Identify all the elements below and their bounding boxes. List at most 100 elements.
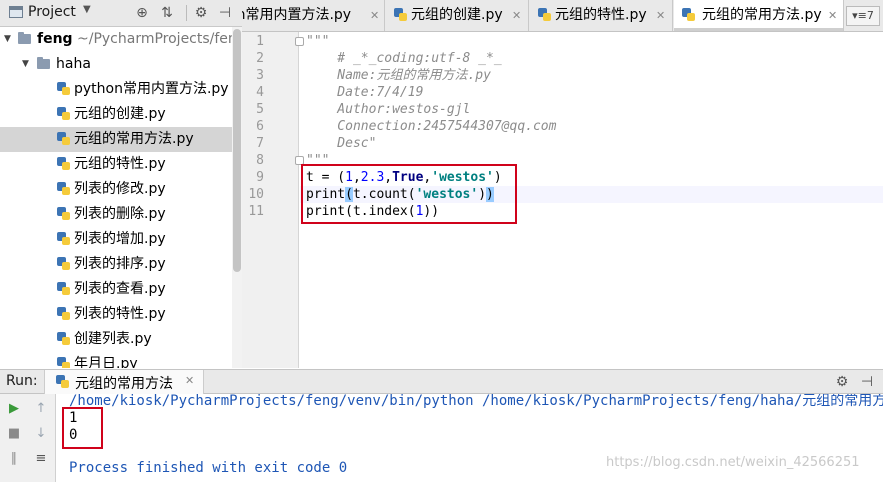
python-file-icon <box>57 207 70 221</box>
tree-file-item[interactable]: 元组的特性.py <box>0 152 232 177</box>
tab-tuple-methods[interactable]: 元组的常用方法.py ✕ <box>674 0 844 31</box>
project-panel: Project ▼ ⊕ ⇅ ⚙ ⊣ ▼ feng ~/PycharmProjec… <box>0 0 242 368</box>
file-name: 元组的常用方法.py <box>74 131 194 147</box>
arrow-down-icon[interactable]: ↓ <box>31 424 51 444</box>
code-line[interactable]: Desc" <box>306 135 376 152</box>
code-line[interactable]: Author:westos-gjl <box>306 101 470 118</box>
close-icon[interactable]: ✕ <box>512 0 521 31</box>
run-tab-label: 元组的常用方法 <box>75 376 173 392</box>
python-file-icon <box>57 332 70 346</box>
project-panel-title: Project <box>28 4 76 20</box>
close-icon[interactable]: ✕ <box>185 374 194 387</box>
file-name: 元组的特性.py <box>74 156 166 172</box>
tab-label: 元组的常用方法.py <box>702 7 822 23</box>
fold-marker-icon[interactable] <box>295 37 304 46</box>
tree-scrollbar[interactable] <box>232 27 242 368</box>
tab-tuple-create[interactable]: 元组的创建.py ✕ <box>386 0 529 31</box>
line-number-gutter: 1 2 3 4 5 6 7 8 9 10 11 <box>242 32 304 368</box>
chevron-down-icon[interactable]: ▼ <box>83 4 91 15</box>
file-name: python常用内置方法.py <box>74 81 229 97</box>
file-name: 列表的删除.py <box>74 206 166 222</box>
hide-icon[interactable]: ⊣ <box>216 3 234 23</box>
close-icon[interactable]: ✕ <box>370 0 379 31</box>
file-name: 列表的查看.py <box>74 281 166 297</box>
run-tab[interactable]: 元组的常用方法 ✕ <box>44 370 204 394</box>
root-folder-name: feng <box>37 31 73 47</box>
crosshair-icon[interactable]: ⊕ <box>133 3 151 23</box>
tab-overflow-button[interactable]: ▾≡7 <box>846 6 880 26</box>
tab-label: 元组的创建.py <box>411 7 503 23</box>
project-panel-header: Project ▼ ⊕ ⇅ ⚙ ⊣ <box>0 0 242 27</box>
run-command-line: /home/kiosk/PycharmProjects/feng/venv/bi… <box>69 394 883 409</box>
pause-icon[interactable]: ∥ <box>4 449 24 469</box>
tree-folder-haha[interactable]: ▼ haha <box>0 52 232 77</box>
line-number: 3 <box>256 68 264 83</box>
tree-file-item[interactable]: 列表的增加.py <box>0 227 232 252</box>
gear-icon[interactable]: ⚙ <box>192 3 210 23</box>
file-name: 列表的特性.py <box>74 306 166 322</box>
python-file-icon <box>57 157 70 171</box>
rerun-icon[interactable]: ▶ <box>4 399 24 419</box>
tab-python-builtins[interactable]: on常用内置方法.py ✕ <box>242 0 385 31</box>
collapse-all-icon[interactable]: ⇅ <box>158 3 176 23</box>
code-line[interactable]: """ <box>306 33 329 50</box>
python-file-icon <box>57 82 70 96</box>
tree-file-item[interactable]: 列表的特性.py <box>0 302 232 327</box>
gear-icon[interactable]: ⚙ <box>833 372 851 392</box>
line-number: 1 <box>256 34 264 49</box>
python-file-icon <box>394 8 407 22</box>
python-file-icon <box>57 282 70 296</box>
watermark: https://blog.csdn.net/weixin_42566251 <box>606 455 860 470</box>
root-folder-path: ~/PycharmProjects/feng <box>77 31 242 47</box>
tree-scrollbar-thumb[interactable] <box>233 29 241 272</box>
hide-icon[interactable]: ⊣ <box>858 372 876 392</box>
arrow-up-icon[interactable]: ↑ <box>31 399 51 419</box>
close-icon[interactable]: ✕ <box>828 0 837 31</box>
soft-wrap-icon[interactable]: ≡ <box>31 449 51 469</box>
python-file-icon <box>56 375 69 389</box>
process-finished-line: Process finished with exit code 0 <box>69 460 348 476</box>
tree-file-item[interactable]: 元组的常用方法.py <box>0 127 232 152</box>
line-number: 6 <box>256 119 264 134</box>
code-line[interactable]: # _*_coding:utf-8 _*_ <box>306 50 501 67</box>
tab-tuple-features[interactable]: 元组的特性.py ✕ <box>530 0 673 31</box>
line-number: 11 <box>248 204 264 219</box>
python-file-icon <box>57 307 70 321</box>
folder-icon <box>37 57 50 69</box>
file-name: 元组的创建.py <box>74 106 166 122</box>
editor-tab-bar: on常用内置方法.py ✕ 元组的创建.py ✕ 元组的特性.py ✕ 元组的常… <box>242 0 883 32</box>
line-number: 9 <box>256 170 264 185</box>
close-icon[interactable]: ✕ <box>656 0 665 31</box>
code-line[interactable]: Connection:2457544307@qq.com <box>306 118 556 135</box>
folder-icon <box>18 32 31 44</box>
run-toolbar: ▶ ↑ ■ ↓ ∥ ≡ <box>0 394 56 482</box>
python-file-icon <box>682 8 695 22</box>
tree-file-item[interactable]: 年月日.py <box>0 352 232 368</box>
python-file-icon <box>57 257 70 271</box>
run-panel-label: Run: <box>6 373 38 389</box>
stop-icon[interactable]: ■ <box>4 424 24 444</box>
tree-file-item[interactable]: 列表的查看.py <box>0 277 232 302</box>
header-divider <box>186 5 187 21</box>
python-file-icon <box>57 232 70 246</box>
python-file-icon <box>57 357 70 368</box>
python-file-icon <box>57 132 70 146</box>
python-file-icon <box>538 8 551 22</box>
tree-file-item[interactable]: 元组的创建.py <box>0 102 232 127</box>
tree-file-item[interactable]: 创建列表.py <box>0 327 232 352</box>
project-icon <box>9 6 23 18</box>
expand-arrow-icon[interactable]: ▼ <box>4 27 11 52</box>
tree-file-item[interactable]: 列表的修改.py <box>0 177 232 202</box>
code-line[interactable]: Name:元组的常用方法.py <box>306 67 491 84</box>
tree-file-item[interactable]: 列表的排序.py <box>0 252 232 277</box>
tree-root-feng[interactable]: ▼ feng ~/PycharmProjects/feng <box>0 27 242 52</box>
tree-file-item[interactable]: python常用内置方法.py <box>0 77 232 102</box>
python-file-icon <box>57 107 70 121</box>
line-number: 2 <box>256 51 264 66</box>
code-line[interactable]: Date:7/4/19 <box>306 84 423 101</box>
run-panel-header: Run: 元组的常用方法 ✕ ⚙ ⊣ <box>0 369 883 394</box>
file-name: 列表的修改.py <box>74 181 166 197</box>
expand-arrow-icon[interactable]: ▼ <box>22 52 29 77</box>
tree-file-item[interactable]: 列表的删除.py <box>0 202 232 227</box>
output-highlight-box <box>62 407 103 449</box>
